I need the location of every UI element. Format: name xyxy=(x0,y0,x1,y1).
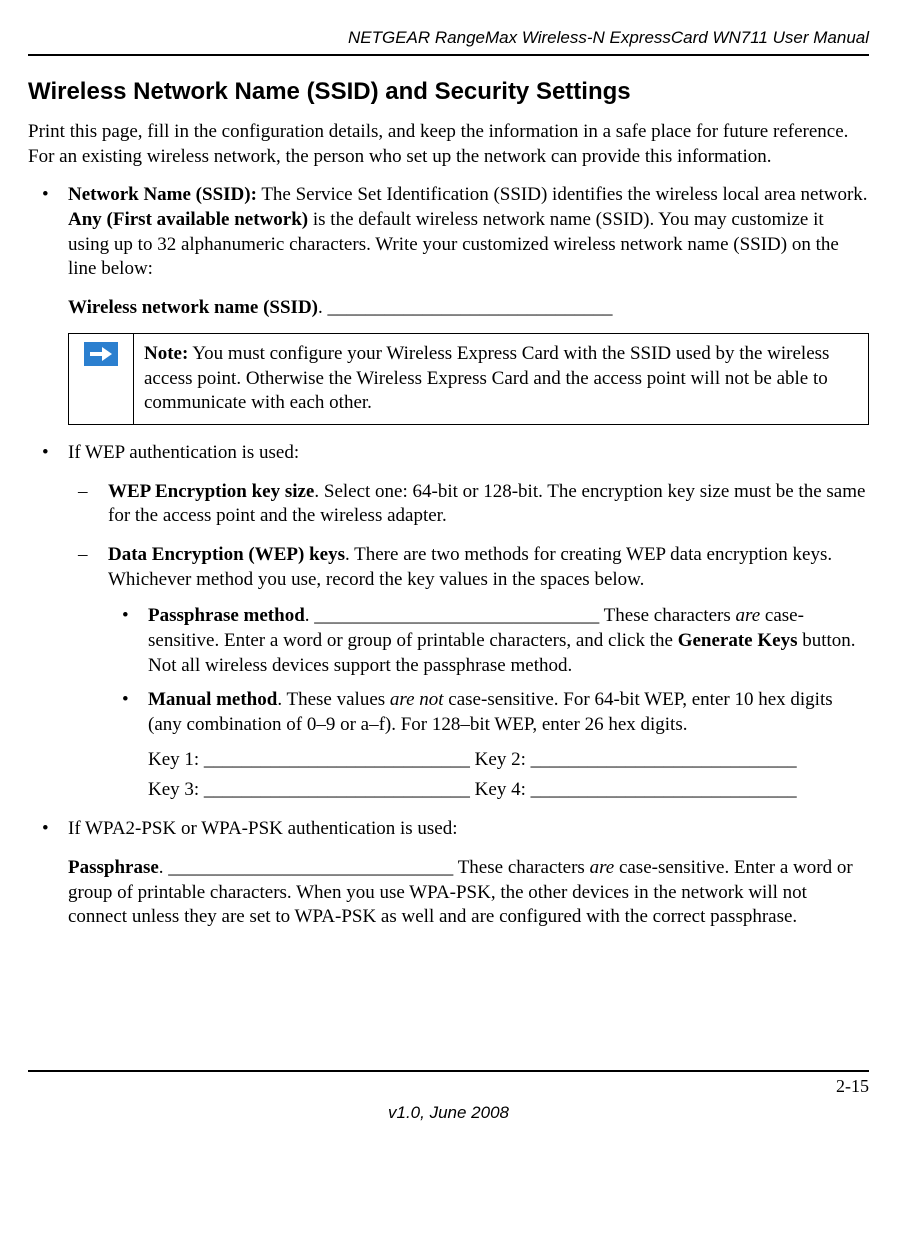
note-box: Note: You must configure your Wireless E… xyxy=(68,333,869,425)
footer-rule xyxy=(28,1070,869,1072)
ssid-text-1: The Service Set Identification (SSID) id… xyxy=(257,184,868,205)
intro-paragraph: Print this page, fill in the configurati… xyxy=(28,120,869,169)
ssid-label: Network Name (SSID): xyxy=(68,184,257,205)
passphrase-em: are xyxy=(736,605,761,626)
wpa-lead: If WPA2-PSK or WPA-PSK authentication is… xyxy=(68,818,458,839)
document-page: NETGEAR RangeMax Wireless-N ExpressCard … xyxy=(0,0,901,1147)
page-number: 2-15 xyxy=(28,1076,869,1097)
keys-line-2: Key 3: ____________________________ Key … xyxy=(148,778,869,803)
keys-line-1: Key 1: ____________________________ Key … xyxy=(148,748,869,773)
wep-key-size-label: WEP Encryption key size xyxy=(108,481,314,502)
wep-lead: If WEP authentication is used: xyxy=(68,442,299,463)
bullet-ssid: Network Name (SSID): The Service Set Ide… xyxy=(28,183,869,425)
passphrase-tail1: These characters xyxy=(599,605,735,626)
wep-key-size: WEP Encryption key size. Select one: 64-… xyxy=(68,480,869,529)
manual-em: are not xyxy=(390,689,444,710)
note-text: You must configure your Wireless Express… xyxy=(144,343,829,413)
manual-dot: . These values xyxy=(277,689,390,710)
doc-version: v1.0, June 2008 xyxy=(28,1103,869,1123)
passphrase-method-label: Passphrase method xyxy=(148,605,305,626)
wpa-pass-blank: ______________________________ xyxy=(168,857,453,878)
manual-method: Manual method. These values are not case… xyxy=(108,688,869,737)
section-heading: Wireless Network Name (SSID) and Securit… xyxy=(28,78,869,106)
manual-method-label: Manual method xyxy=(148,689,277,710)
ssid-default-bold: Any (First available network) xyxy=(68,209,308,230)
bullet-wep: If WEP authentication is used: WEP Encry… xyxy=(28,441,869,803)
bullet-wpa: If WPA2-PSK or WPA-PSK authentication is… xyxy=(28,817,869,930)
passphrase-dot: . xyxy=(305,605,315,626)
wpa-tail1: These characters xyxy=(453,857,589,878)
passphrase-method: Passphrase method. _____________________… xyxy=(108,604,869,678)
wpa-em: are xyxy=(590,857,615,878)
wep-keys: Data Encryption (WEP) keys. There are tw… xyxy=(68,543,869,803)
arrow-right-icon xyxy=(84,342,118,366)
wpa-pass-dot: . xyxy=(159,857,169,878)
page-footer: 2-15 v1.0, June 2008 xyxy=(28,1070,869,1123)
wpa-pass-label: Passphrase xyxy=(68,857,159,878)
running-header: NETGEAR RangeMax Wireless-N ExpressCard … xyxy=(28,28,869,52)
ssid-line-blank: . ______________________________ xyxy=(318,297,613,318)
note-label: Note: xyxy=(144,343,188,364)
ssid-line-label: Wireless network name (SSID) xyxy=(68,297,318,318)
passphrase-blank: ______________________________ xyxy=(314,605,599,626)
wep-method-list: Passphrase method. _____________________… xyxy=(108,604,869,737)
wep-dash-list: WEP Encryption key size. Select one: 64-… xyxy=(68,480,869,804)
main-bullet-list: Network Name (SSID): The Service Set Ide… xyxy=(28,183,869,930)
note-icon-cell xyxy=(69,333,134,424)
generate-keys-bold: Generate Keys xyxy=(678,630,798,651)
header-rule xyxy=(28,54,869,56)
wep-keys-label: Data Encryption (WEP) keys xyxy=(108,544,345,565)
wep-key-fields: Key 1: ____________________________ Key … xyxy=(108,748,869,803)
note-text-cell: Note: You must configure your Wireless E… xyxy=(134,333,869,424)
